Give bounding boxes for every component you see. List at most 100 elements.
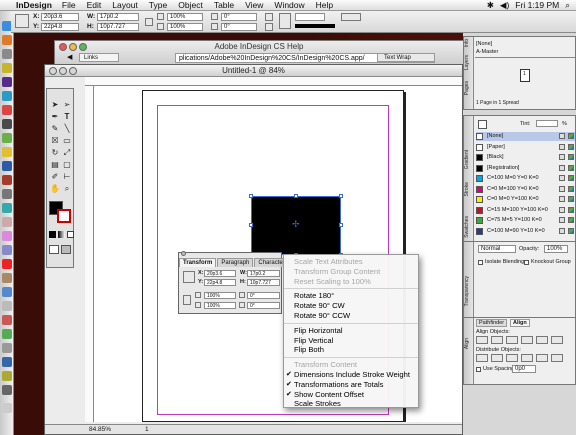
clock[interactable]: Fri 1:19 PM <box>515 0 559 10</box>
app-icon[interactable] <box>2 217 12 227</box>
close-button[interactable] <box>181 251 186 256</box>
selection-handle[interactable] <box>249 223 253 227</box>
app-icon[interactable] <box>2 203 12 213</box>
pencil-tool-icon[interactable]: ✎ <box>49 123 61 134</box>
y-field[interactable]: 22p4.8 <box>204 279 236 286</box>
spotlight-icon[interactable]: ⌕ <box>565 0 570 11</box>
app-icon[interactable] <box>2 49 12 59</box>
trash-icon[interactable] <box>2 403 12 413</box>
preview-view-icon[interactable] <box>61 245 71 254</box>
tab-layers[interactable]: Layers <box>464 55 474 70</box>
script-menu-icon[interactable]: ✱ <box>487 0 494 11</box>
selection-handle[interactable] <box>339 194 343 198</box>
rotate-field[interactable]: 0° <box>247 292 280 299</box>
direct-selection-tool-icon[interactable]: ➢ <box>61 99 73 110</box>
w-field[interactable]: 17p0.2 <box>97 13 139 21</box>
menu-app-name[interactable]: InDesign <box>16 0 52 10</box>
menu-item[interactable]: Flip Vertical <box>284 336 418 346</box>
scale-x-field[interactable]: 100% <box>204 292 236 299</box>
menu-edit[interactable]: Edit <box>87 0 102 10</box>
apply-gradient-icon[interactable] <box>58 231 65 238</box>
menu-help[interactable]: Help <box>316 0 333 10</box>
menu-file[interactable]: File <box>62 0 76 10</box>
zoom-tool-icon[interactable]: ⌕ <box>61 183 73 194</box>
hand-tool-icon[interactable]: ✋ <box>49 183 61 194</box>
app-icon[interactable] <box>2 385 12 395</box>
tab-info[interactable]: Info <box>464 39 474 47</box>
app-icon[interactable] <box>2 105 12 115</box>
stroke-style-swatch[interactable] <box>295 24 335 28</box>
back-arrow-icon[interactable]: ◀ <box>67 53 72 61</box>
menu-view[interactable]: View <box>245 0 263 10</box>
menu-type[interactable]: Type <box>149 0 167 10</box>
gradient-tool-icon[interactable]: ▤ <box>49 159 61 170</box>
selection-handle[interactable] <box>339 223 343 227</box>
line-tool-icon[interactable]: ╲ <box>61 123 73 134</box>
distribute-top-icon[interactable] <box>476 354 488 362</box>
reference-point-icon[interactable] <box>15 14 29 28</box>
rectangle-tool-icon[interactable]: ▭ <box>61 135 73 146</box>
pen-tool-icon[interactable]: ✒ <box>49 111 61 122</box>
w-field[interactable]: 17p0.2 <box>247 270 280 277</box>
swatch-row[interactable]: [None] <box>476 132 575 141</box>
app-icon[interactable] <box>2 357 12 367</box>
app-icon[interactable] <box>2 133 12 143</box>
swatch-row[interactable]: C=100 M=0 Y=0 K=0 <box>476 174 575 183</box>
flip-icon[interactable] <box>265 23 273 31</box>
page-thumbnail[interactable]: 1 <box>520 69 530 82</box>
distribute-bottom-icon[interactable] <box>506 354 518 362</box>
tab-paragraph[interactable]: Paragraph <box>217 258 254 267</box>
distribute-left-icon[interactable] <box>521 354 533 362</box>
menu-table[interactable]: Table <box>214 0 234 10</box>
app-icon[interactable] <box>2 329 12 339</box>
app-icon[interactable] <box>2 77 12 87</box>
align-left-icon[interactable] <box>476 336 488 344</box>
close-button[interactable] <box>49 67 57 75</box>
use-spacing-checkbox[interactable] <box>476 367 481 372</box>
app-icon[interactable] <box>2 147 12 157</box>
horizontal-ruler[interactable] <box>85 77 462 86</box>
app-icon[interactable] <box>2 175 12 185</box>
isolate-blending-checkbox[interactable] <box>478 260 483 265</box>
page-number-field[interactable]: 1 <box>145 426 149 433</box>
menu-window[interactable]: Window <box>274 0 304 10</box>
minimize-button[interactable] <box>69 43 77 51</box>
swatch-row[interactable]: C=15 M=100 Y=100 K=0 <box>476 206 575 215</box>
distribute-h-center-icon[interactable] <box>536 354 548 362</box>
fill-proxy-icon[interactable] <box>478 120 487 129</box>
zoom-field[interactable]: 84.85% <box>89 426 111 433</box>
menu-item[interactable]: Rotate 90° CW <box>284 301 418 311</box>
selection-handle[interactable] <box>249 194 253 198</box>
tab-align[interactable]: Align <box>510 319 530 327</box>
scale-y-field[interactable]: 100% <box>204 302 236 309</box>
selection-tool-icon[interactable]: ➤ <box>49 99 61 110</box>
app-icon[interactable] <box>2 91 12 101</box>
align-h-center-icon[interactable] <box>491 336 503 344</box>
spacing-field[interactable]: 0p0 <box>512 365 536 373</box>
align-bottom-icon[interactable] <box>551 336 563 344</box>
distribute-right-icon[interactable] <box>551 354 563 362</box>
app-icon[interactable] <box>2 245 12 255</box>
y-field[interactable]: 22p4.8 <box>41 23 79 31</box>
swatch-row[interactable]: C=0 M=100 Y=0 K=0 <box>476 185 575 194</box>
none-master[interactable]: [None] <box>476 41 492 47</box>
apply-none-icon[interactable] <box>67 231 74 238</box>
apply-color-icon[interactable] <box>49 231 56 238</box>
zoom-button[interactable] <box>69 67 77 75</box>
app-icon[interactable] <box>2 301 12 311</box>
blend-mode-select[interactable]: Normal <box>478 245 516 253</box>
rotate-cw-icon[interactable] <box>265 13 273 21</box>
tab-links[interactable]: Links <box>79 53 119 62</box>
reference-point-icon[interactable] <box>183 271 195 283</box>
swatch-row[interactable]: [Paper] <box>476 143 575 152</box>
swatch-row[interactable]: C=0 M=0 Y=100 K=0 <box>476 195 575 204</box>
a-master[interactable]: A-Master <box>476 49 498 55</box>
menu-item[interactable]: ✔ Dimensions Include Stroke Weight <box>284 370 418 380</box>
constrain-proportions-icon[interactable] <box>145 18 153 26</box>
tab-pages[interactable]: Pages <box>464 81 474 95</box>
menu-item[interactable]: ✔ Show Content Offset <box>284 390 418 400</box>
align-right-icon[interactable] <box>506 336 518 344</box>
tab-pathfinder[interactable]: Pathfinder <box>476 319 508 327</box>
vertical-ruler[interactable] <box>85 86 94 422</box>
app-icon[interactable] <box>2 63 12 73</box>
